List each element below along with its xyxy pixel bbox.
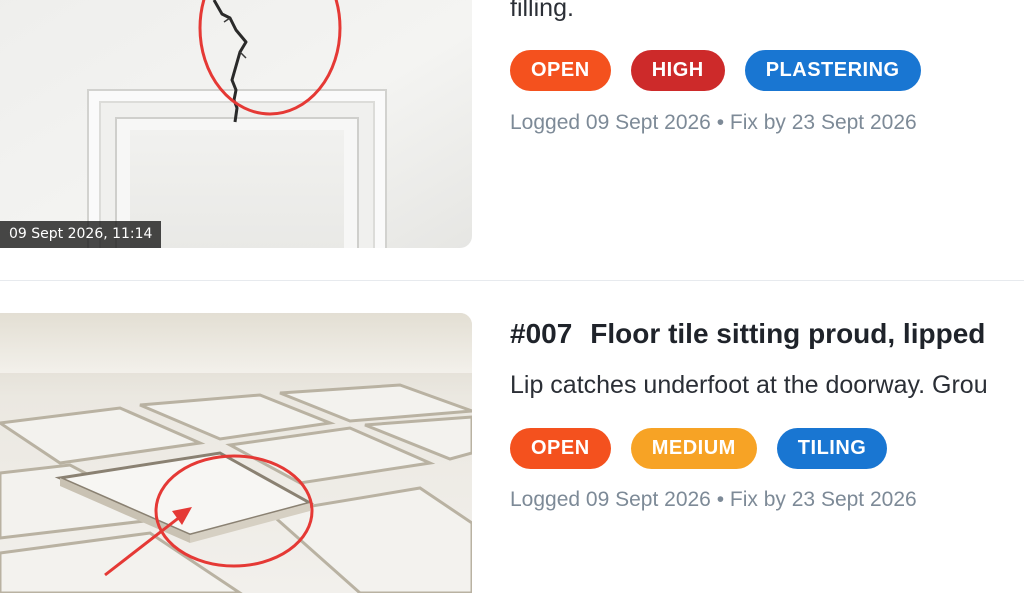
issue-photo-floor-tile[interactable]: [0, 313, 472, 593]
wall-crack-photo: [0, 0, 472, 248]
issue-badges: OPEN HIGH PLASTERING: [510, 50, 921, 91]
issue-dates: Logged 09 Sept 2026 • Fix by 23 Sept 202…: [510, 111, 917, 135]
trade-badge[interactable]: PLASTERING: [744, 50, 921, 91]
priority-badge[interactable]: MEDIUM: [630, 428, 757, 469]
issue-description: filling.: [510, 0, 574, 22]
priority-badge[interactable]: HIGH: [630, 50, 725, 91]
separator: •: [716, 488, 725, 511]
issue-dates: Logged 09 Sept 2026 • Fix by 23 Sept 202…: [510, 488, 917, 512]
issue-title-text: Floor tile sitting proud, lipped: [590, 318, 986, 349]
logged-date: Logged 09 Sept 2026: [510, 488, 711, 511]
separator: •: [716, 111, 725, 134]
issue-title[interactable]: #007 Floor tile sitting proud, lipped: [510, 318, 985, 350]
issue-description: Lip catches underfoot at the doorway. Gr…: [510, 371, 988, 399]
fix-by-date: Fix by 23 Sept 2026: [729, 111, 917, 134]
floor-tile-photo: [0, 313, 472, 593]
issue-photo-wall-crack[interactable]: [0, 0, 472, 248]
issue-divider: [0, 280, 1024, 281]
issue-number: #007: [510, 318, 573, 349]
photo-timestamp: 09 Sept 2026, 11:14: [0, 221, 162, 248]
fix-by-date: Fix by 23 Sept 2026: [729, 488, 917, 511]
status-badge[interactable]: OPEN: [510, 428, 611, 469]
status-badge[interactable]: OPEN: [510, 50, 611, 91]
trade-badge[interactable]: TILING: [776, 428, 888, 469]
logged-date: Logged 09 Sept 2026: [510, 111, 711, 134]
issue-badges: OPEN MEDIUM TILING: [510, 428, 888, 469]
